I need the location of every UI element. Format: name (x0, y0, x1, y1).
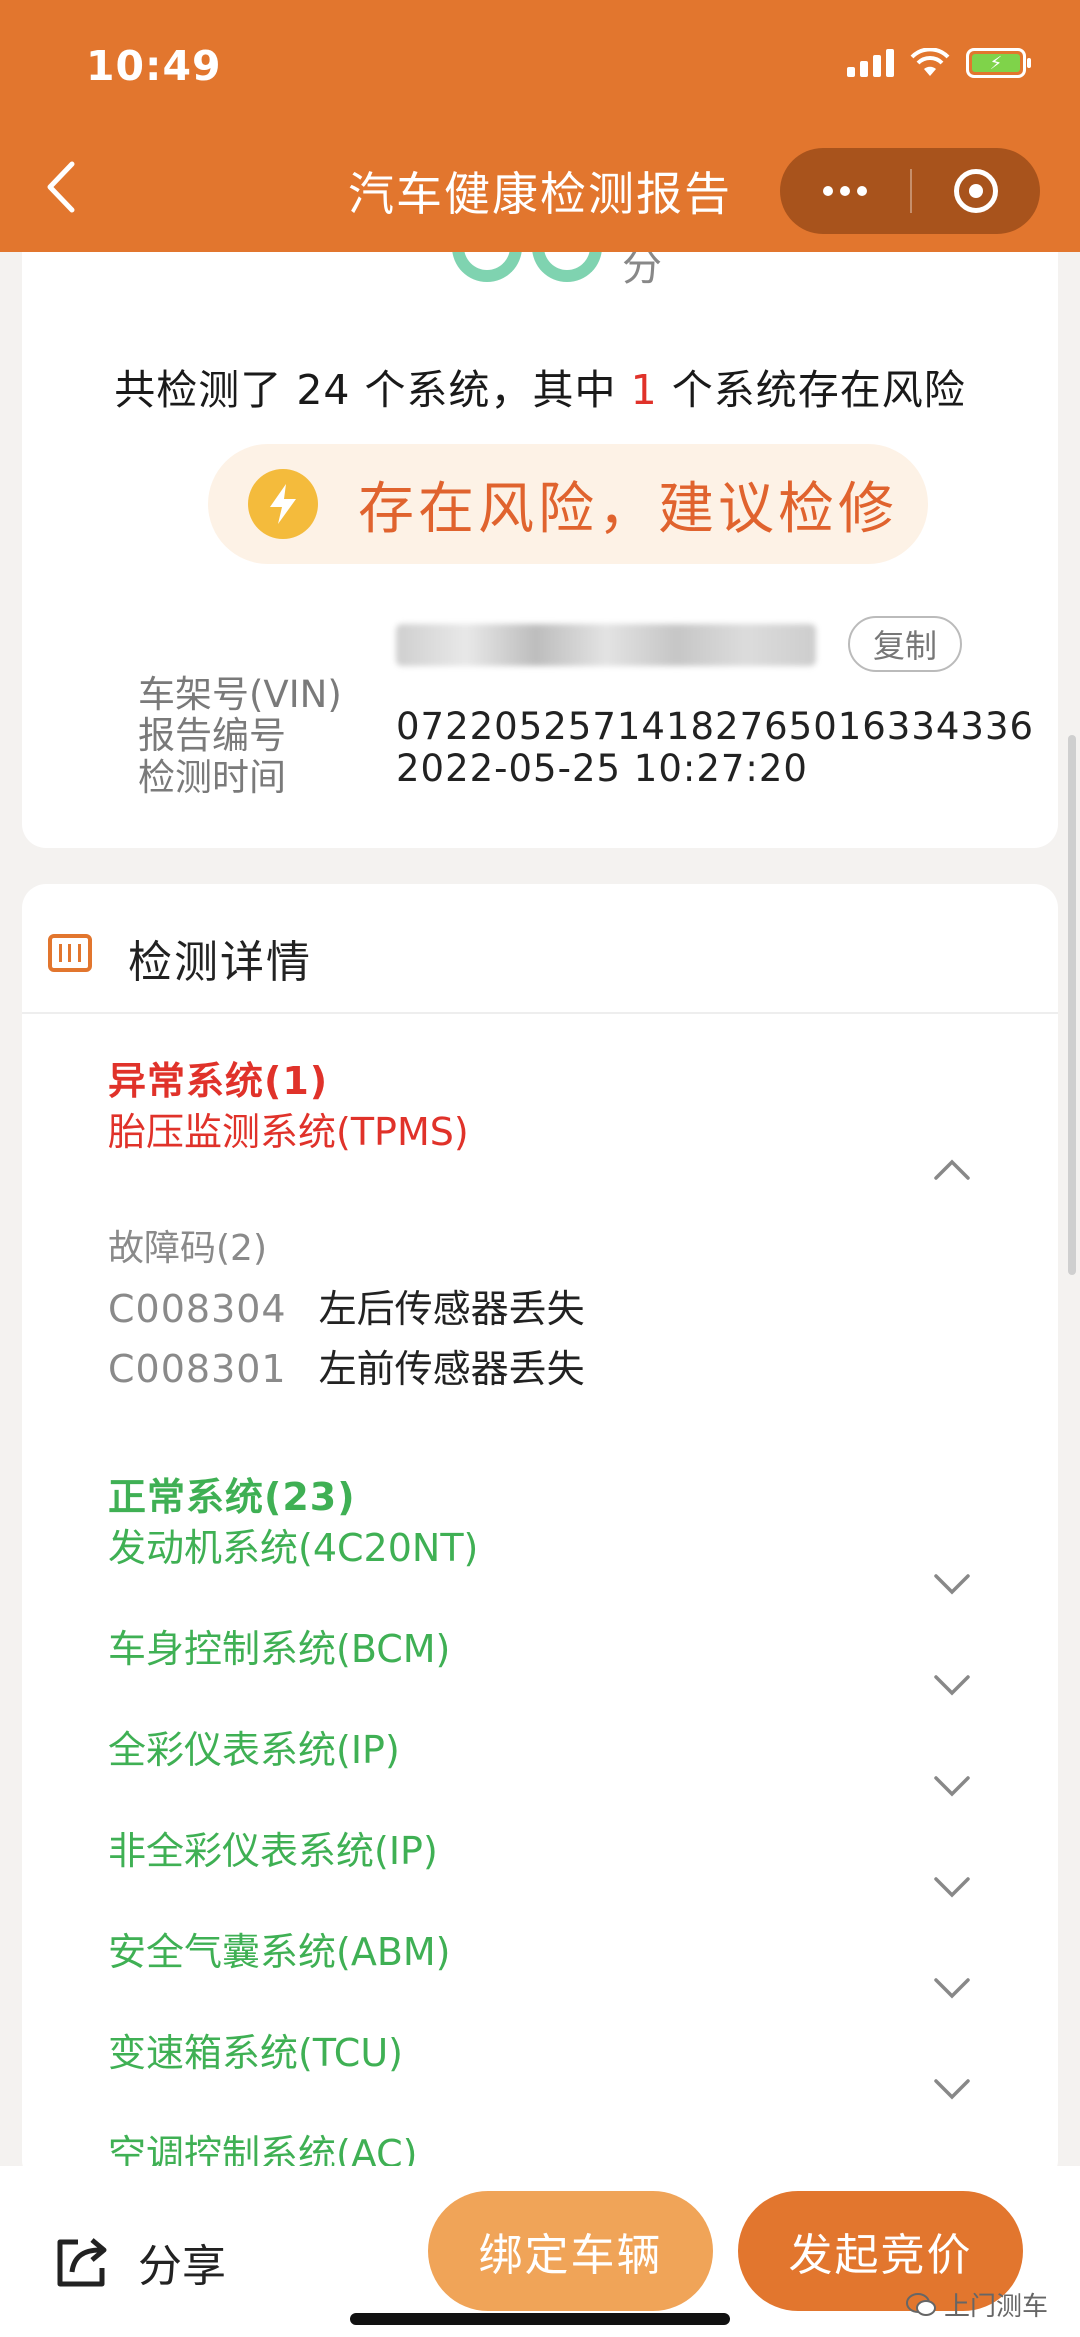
cellular-signal-icon (847, 49, 894, 77)
system-total: 24 (296, 366, 351, 414)
summary-suffix: 个系统存在风险 (657, 366, 966, 414)
lightning-icon (248, 469, 318, 539)
app-header: 10:49 ⚡ 汽车健康检测报告 (0, 0, 1080, 252)
chevron-up-icon[interactable] (932, 1150, 972, 1190)
normal-system-name: 全彩仪表系统(IP) (108, 1727, 400, 1772)
risk-banner: 存在风险，建议检修 (208, 444, 928, 564)
source-watermark: 上门测车 (905, 2286, 1048, 2323)
share-button[interactable]: 分享 (52, 2230, 226, 2294)
status-icons: ⚡ (847, 48, 1031, 78)
score-gauge: 分 (452, 252, 672, 290)
home-indicator[interactable] (350, 2313, 730, 2325)
normal-system-name: 车身控制系统(BCM) (108, 1626, 451, 1671)
bottom-action-bar: 分享 绑定车辆 发起竞价 上门测车 (0, 2166, 1080, 2337)
summary-card: 分 共检测了 24 个系统，其中 1 个系统存在风险 存在风险，建议检修 车架号… (22, 252, 1058, 848)
normal-system-row[interactable]: 发动机系统(4C20NT) (108, 1504, 1008, 1584)
detail-header: 检测详情 (22, 884, 1058, 1014)
detection-time-label: 检测时间 (138, 756, 286, 799)
detection-time-value: 2022-05-25 10:27:20 (396, 747, 808, 790)
chevron-down-icon[interactable] (932, 1665, 972, 1705)
chevron-down-icon[interactable] (932, 1766, 972, 1806)
normal-system-row[interactable]: 变速箱系统(TCU) (108, 2009, 1008, 2089)
status-time: 10:49 (86, 42, 222, 90)
normal-system-name: 安全气囊系统(ABM) (108, 1929, 451, 1974)
detection-summary: 共检测了 24 个系统，其中 1 个系统存在风险 (22, 356, 1058, 416)
risk-banner-text: 存在风险，建议检修 (358, 476, 898, 542)
copy-vin-button[interactable]: 复制 (848, 616, 962, 672)
chevron-down-icon[interactable] (932, 2069, 972, 2109)
detail-title: 检测详情 (128, 937, 312, 988)
normal-system-name: 变速箱系统(TCU) (108, 2030, 403, 2075)
wifi-icon (910, 48, 950, 76)
fault-row: C008304 左后传感器丢失 (108, 1278, 585, 1333)
risk-count: 1 (630, 366, 658, 414)
chevron-down-icon[interactable] (932, 1968, 972, 2008)
abnormal-system-name: 胎压监测系统(TPMS) (108, 1109, 469, 1154)
fault-code: C008304 (108, 1287, 287, 1331)
abnormal-system-row[interactable]: 胎压监测系统(TPMS) (108, 1088, 1008, 1168)
detail-card: 检测详情 异常系统(1) 胎压监测系统(TPMS) 故障码(2) C008304… (22, 884, 1058, 2184)
vin-value-blurred (396, 624, 816, 666)
scrollbar[interactable] (1068, 735, 1076, 1275)
normal-system-row[interactable]: 安全气囊系统(ABM) (108, 1908, 1008, 1988)
fault-description: 左后传感器丢失 (318, 1287, 585, 1331)
score-unit: 分 (622, 252, 662, 290)
normal-system-row[interactable]: 全彩仪表系统(IP) (108, 1706, 1008, 1786)
battery-icon: ⚡ (966, 48, 1031, 78)
chevron-down-icon[interactable] (932, 1564, 972, 1604)
miniprogram-capsule (780, 148, 1040, 234)
report-list-icon (48, 934, 92, 972)
share-label: 分享 (138, 2241, 226, 2292)
fault-row: C008301 左前传感器丢失 (108, 1338, 585, 1393)
normal-system-row[interactable]: 非全彩仪表系统(IP) (108, 1807, 1008, 1887)
bind-vehicle-button[interactable]: 绑定车辆 (428, 2191, 713, 2311)
fault-description: 左前传感器丢失 (318, 1347, 585, 1391)
summary-prefix: 共检测了 (114, 366, 297, 414)
summary-middle: 个系统，其中 (350, 366, 631, 414)
wechat-icon (905, 2292, 936, 2316)
report-number-value: 07220525714182765016334336 (396, 705, 1035, 748)
more-icon[interactable] (780, 186, 910, 196)
normal-system-name: 非全彩仪表系统(IP) (108, 1828, 438, 1873)
close-miniprogram-icon[interactable] (912, 169, 1040, 213)
source-watermark-text: 上门测车 (943, 2292, 1048, 2322)
share-icon (57, 2238, 107, 2287)
normal-system-name: 发动机系统(4C20NT) (108, 1525, 479, 1570)
fault-code: C008301 (108, 1347, 287, 1391)
normal-system-row[interactable]: 车身控制系统(BCM) (108, 1605, 1008, 1685)
fault-code-title: 故障码(2) (108, 1228, 267, 1269)
chevron-down-icon[interactable] (932, 1867, 972, 1907)
